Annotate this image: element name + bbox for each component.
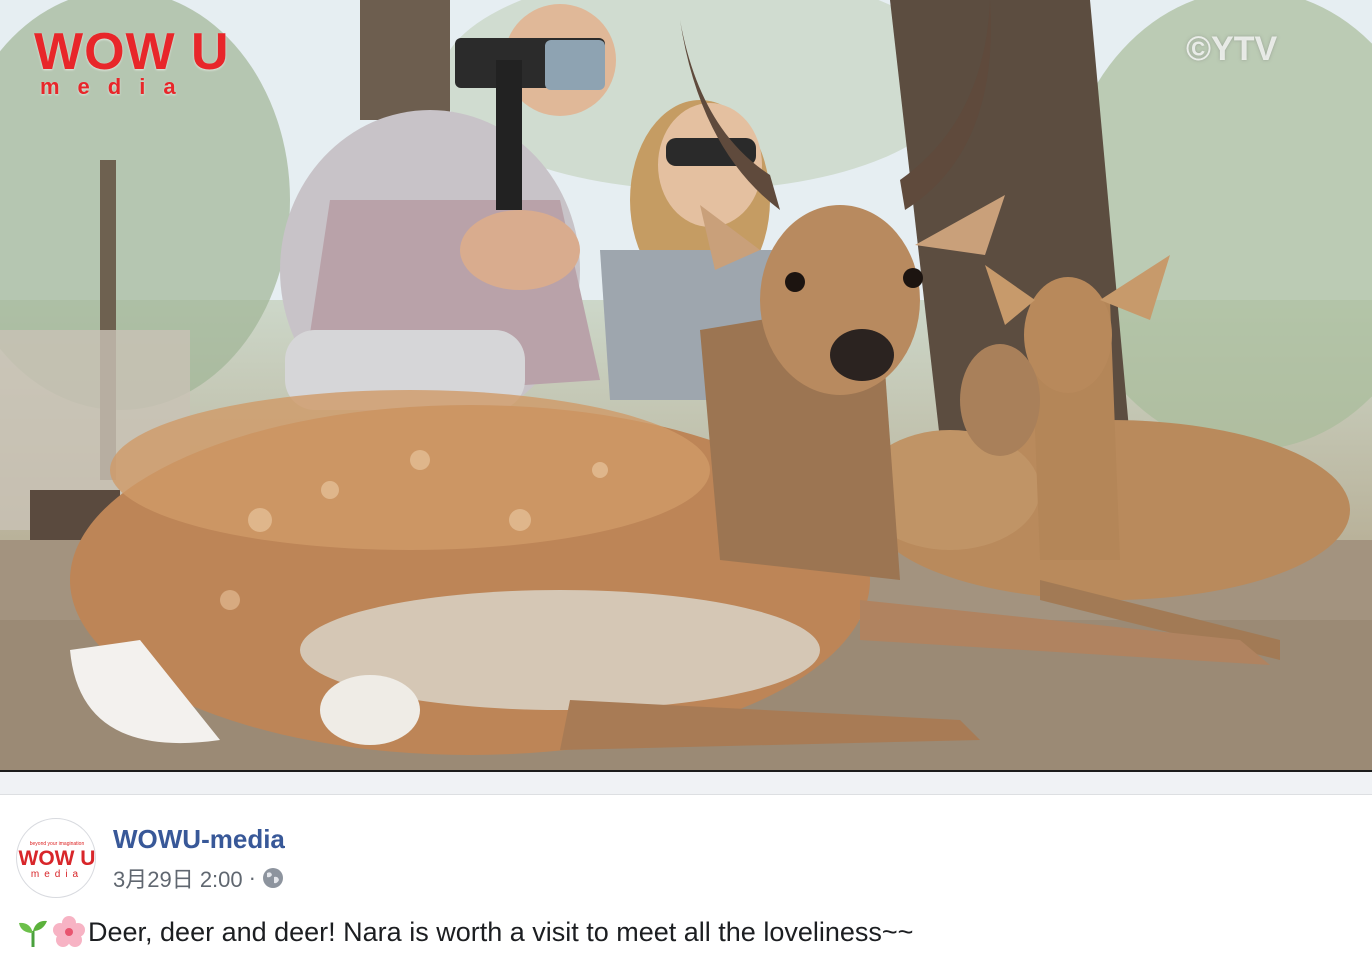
post-meta: 3月29日 2:00 · [113, 862, 284, 894]
post-text: Deer, deer and deer! Nara is worth a vis… [88, 916, 914, 947]
video-scene [0, 0, 1372, 770]
post-video[interactable]: WOW U media ©YTV [0, 0, 1372, 772]
post-timestamp[interactable]: 3月29日 2:00 [113, 862, 243, 894]
video-footer-band [0, 772, 1372, 795]
meta-separator: · [248, 865, 256, 890]
watermark-logo-main: WOW U [34, 23, 230, 81]
globe-icon[interactable] [262, 867, 284, 889]
page-avatar[interactable]: beyond your imagination WOW U media [16, 818, 96, 898]
avatar-logo-main: WOW U [18, 847, 96, 870]
avatar-logo-sub: media [30, 869, 84, 880]
cherry-blossom-icon [52, 915, 86, 949]
video-watermark-logo: WOW U media [34, 26, 230, 98]
video-copyright-watermark: ©YTV [1186, 30, 1278, 68]
post-message: Deer, deer and deer! Nara is worth a vis… [16, 915, 913, 949]
seedling-icon [16, 915, 50, 949]
page-name-link[interactable]: WOWU-media [113, 824, 285, 855]
